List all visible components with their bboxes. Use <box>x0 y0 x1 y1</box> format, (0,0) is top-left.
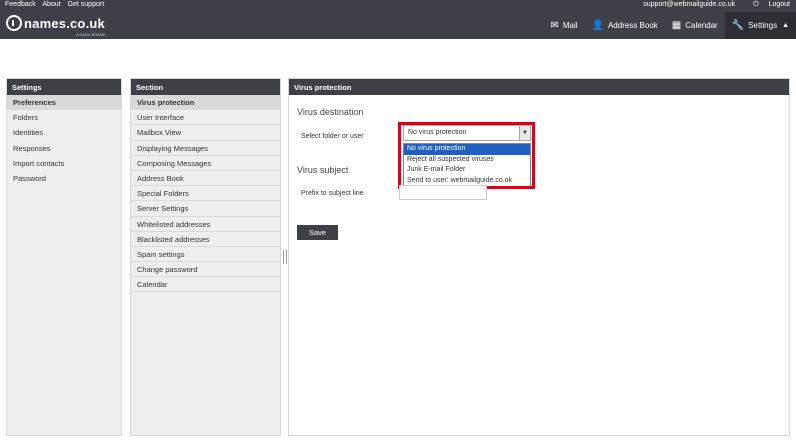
top-links: Feedback About Get support <box>5 1 109 8</box>
nav-address-book[interactable]: 👤 Address Book <box>585 12 665 39</box>
settings-item-import-contacts[interactable]: Import contacts <box>7 156 121 171</box>
dropdown-arrow-icon[interactable]: ▼ <box>519 126 530 140</box>
section-item-blacklisted-addresses[interactable]: Blacklisted addresses <box>131 232 280 247</box>
app-header: names.co.uk A DADA BRAND ✉ Mail 👤 Address … <box>0 12 796 39</box>
settings-panel: Settings Preferences Folders Identities … <box>6 78 122 436</box>
section-list: Virus protection User Interface Mailbox … <box>131 95 280 293</box>
option-reject-all[interactable]: Reject all suspected viruses <box>404 155 530 166</box>
section-item-mailbox-view[interactable]: Mailbox View <box>131 125 280 141</box>
section-item-address-book[interactable]: Address Book <box>131 171 280 187</box>
virus-destination-heading: Virus destination <box>297 107 364 117</box>
settings-item-identities[interactable]: Identities <box>7 125 121 140</box>
section-panel: Section Virus protection User Interface … <box>130 78 281 436</box>
section-panel-title: Section <box>131 79 280 95</box>
brand-tagline: A DADA BRAND <box>76 32 106 37</box>
logout-label: Logout <box>768 1 790 8</box>
save-button[interactable]: Save <box>297 225 338 240</box>
nav-calendar-label: Calendar <box>685 21 718 30</box>
top-right: support@webmailguide.co.uk ⏻ Logout <box>635 1 790 9</box>
person-icon: 👤 <box>591 20 604 31</box>
panel-splitter[interactable] <box>283 250 287 264</box>
brand-name: names.co.uk <box>24 15 105 31</box>
nav-mail[interactable]: ✉ Mail <box>543 12 584 39</box>
virus-destination-options: No virus protection Reject all suspected… <box>403 143 531 187</box>
nav-address-book-label: Address Book <box>607 21 658 30</box>
prefix-label: Prefix to subject line <box>301 190 364 197</box>
calendar-icon: ▦ <box>671 20 682 31</box>
settings-panel-title: Settings <box>7 79 121 95</box>
settings-list: Preferences Folders Identities Responses… <box>7 95 121 186</box>
section-item-virus-protection[interactable]: Virus protection <box>131 95 280 111</box>
prefix-input[interactable] <box>399 185 487 200</box>
virus-destination-select[interactable]: No virus protection ▼ <box>403 125 531 141</box>
brand-logo[interactable]: names.co.uk A DADA BRAND <box>6 15 106 37</box>
folder-label: Select folder or user <box>301 133 364 140</box>
virus-protection-panel: Virus protection Virus destination Selec… <box>288 78 790 436</box>
nav-settings[interactable]: 🔧 Settings ▲ <box>724 12 796 39</box>
section-item-spam-settings[interactable]: Spam settings <box>131 247 280 263</box>
settings-item-password[interactable]: Password <box>7 171 121 186</box>
option-junk-folder[interactable]: Junk E-mail Folder <box>404 165 530 176</box>
virus-subject-heading: Virus subject <box>297 165 349 175</box>
top-strip: Feedback About Get support support@webma… <box>0 0 796 12</box>
section-item-displaying-messages[interactable]: Displaying Messages <box>131 141 280 156</box>
envelope-icon: ✉ <box>550 20 559 31</box>
nav-settings-label: Settings <box>748 21 778 30</box>
nav-mail-label: Mail <box>562 21 578 30</box>
section-item-composing-messages[interactable]: Composing Messages <box>131 156 280 171</box>
section-item-user-interface[interactable]: User Interface <box>131 110 280 126</box>
nav-calendar[interactable]: ▦ Calendar <box>665 12 725 39</box>
get-support-link[interactable]: Get support <box>68 1 105 8</box>
option-no-virus-protection[interactable]: No virus protection <box>404 144 530 155</box>
section-item-special-folders[interactable]: Special Folders <box>131 186 280 202</box>
feedback-link[interactable]: Feedback <box>5 1 36 8</box>
about-link[interactable]: About <box>42 1 60 8</box>
main-panel-title: Virus protection <box>289 79 789 95</box>
settings-item-responses[interactable]: Responses <box>7 141 121 156</box>
settings-item-folders[interactable]: Folders <box>7 110 121 125</box>
section-item-server-settings[interactable]: Server Settings <box>131 201 280 217</box>
select-value: No virus protection <box>408 129 467 136</box>
settings-item-preferences[interactable]: Preferences <box>7 95 121 111</box>
section-item-change-password[interactable]: Change password <box>131 262 280 278</box>
section-item-whitelisted-addresses[interactable]: Whitelisted addresses <box>131 217 280 232</box>
logo-mark-icon <box>6 15 22 31</box>
wrench-icon: 🔧 <box>731 20 745 31</box>
chevron-up-icon: ▲ <box>782 22 789 29</box>
section-item-calendar[interactable]: Calendar <box>131 277 280 293</box>
logout-link[interactable]: ⏻ Logout <box>745 1 790 8</box>
power-icon: ⏻ <box>753 1 759 8</box>
main-nav: ✉ Mail 👤 Address Book ▦ Calendar 🔧 Settings ▲ <box>543 12 796 39</box>
user-email[interactable]: support@webmailguide.co.uk <box>643 1 735 8</box>
